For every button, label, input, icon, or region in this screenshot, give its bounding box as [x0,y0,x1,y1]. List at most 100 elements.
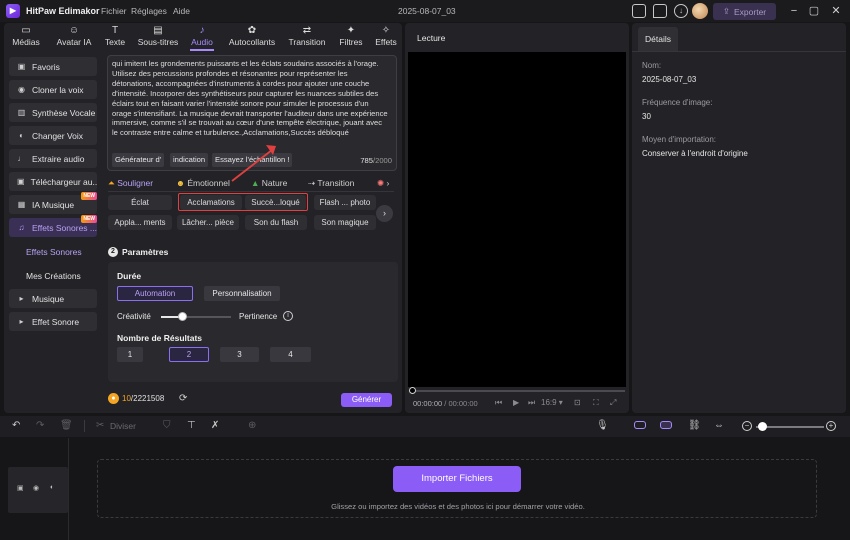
delete-icon[interactable]: 🗑︎ [60,420,73,431]
close-icon[interactable]: ✕ [828,3,844,19]
playhead-handle[interactable] [409,387,416,394]
play-icon[interactable]: ▶ [513,398,519,407]
sound-chip[interactable]: Son magique [314,215,376,230]
fit-screen-icon[interactable]: ⛶ [593,398,599,408]
tab-details[interactable]: Détails [638,27,678,51]
category-more[interactable]: ✺ › [377,178,389,189]
tab-filtres[interactable]: ✦ Filtres [334,23,368,51]
tab-medias[interactable]: ▭ Médias [6,23,46,51]
fullscreen-icon[interactable]: ⤢ [610,398,616,408]
magnet-icon[interactable] [660,421,672,429]
sidebar-item-effet-sonore[interactable]: ▸ Effet Sonore [9,312,97,331]
tab-sous-titres[interactable]: ▤ Sous-titres [132,23,184,51]
sidebar-item-effets-sonores[interactable]: ♫ Effets Sonores ... NEW [9,215,97,237]
category-transition[interactable]: ⇢ Transition [308,178,354,189]
redo-icon[interactable]: ↷ [36,420,44,431]
layout-icon[interactable] [632,4,646,18]
results-option-4[interactable]: 4 [270,347,311,362]
download-icon: ▣ [17,177,25,186]
sound-chip[interactable]: Flash ... photo [314,195,376,210]
chevron-right-icon[interactable]: › [376,205,393,222]
microphone-icon[interactable]: 🎙︎ [596,420,609,431]
sidebar-subitem-mes-creations[interactable]: Mes Créations [26,271,81,281]
sidebar-item-synthese-vocale[interactable]: ▥ Synthèse Vocale [9,103,97,122]
try-sample-button[interactable]: Essayez l'échantillon ! [212,153,293,167]
sidebar-subitem-effets-sonores[interactable]: Effets Sonores [26,247,82,257]
track-lock-icon[interactable]: ▣ [17,484,24,492]
text-box-icon[interactable]: ⊤ [187,420,196,431]
playback-scrubber[interactable] [411,390,625,392]
sidebar-item-label: Synthèse Vocale [32,107,96,118]
refresh-icon[interactable]: ⟳ [179,393,187,404]
remove-subtitle-icon[interactable]: ✗ [211,420,219,431]
tab-texte[interactable]: T Texte [100,23,130,51]
category-souligner[interactable]: ⏶ Souligner [108,178,158,192]
duration-custom-option[interactable]: Personnalisation [204,286,280,301]
split-button[interactable]: Diviser [110,421,136,431]
shield-icon[interactable]: ⛉ [163,420,171,431]
prompt-text[interactable]: qui imitent les grondements puissants et… [112,59,390,138]
minimize-icon[interactable]: − [786,3,802,19]
zoom-in-icon[interactable]: + [826,421,836,431]
results-option-2[interactable]: 2 [169,347,209,362]
prompt-indication-chip[interactable]: indication [170,153,209,167]
sidebar-item-cloner-voix[interactable]: ◉ Cloner la voix [9,80,97,99]
snapshot-icon[interactable]: ⊡ [574,398,581,407]
track-header: ▣ ◉ ◐ [8,467,68,513]
next-frame-icon[interactable]: ⏭ [528,398,535,408]
track-audio-icon[interactable]: ◐ [50,484,54,491]
undo-icon[interactable]: ↶ [12,420,20,431]
sidebar-item-favoris[interactable]: ▣ Favoris [9,57,97,76]
zoom-slider-handle[interactable] [758,422,767,431]
prompt-generator-chip[interactable]: Générateur d' [112,153,165,167]
tab-avatar-ia[interactable]: ☺ Avatar IA [48,23,100,51]
link-track-icon[interactable] [634,421,646,429]
sidebar-item-changer-voix[interactable]: ◐ Changer Voix [9,126,97,145]
folder-icon: ▭ [21,25,31,36]
prompt-textarea[interactable]: qui imitent les grondements puissants et… [107,55,397,171]
results-option-3[interactable]: 3 [220,347,259,362]
user-avatar[interactable] [692,3,708,19]
tab-autocollants[interactable]: ✿ Autocollants [224,23,280,51]
feedback-icon[interactable] [653,4,667,18]
link-icon[interactable]: ⛓ [688,420,701,431]
sidebar-item-ia-musique[interactable]: ▦ IA Musique NEW [9,192,97,214]
tab-audio[interactable]: ♪ Audio [186,23,218,51]
sound-chip[interactable]: Son du flash [245,215,307,230]
sidebar-item-extraire-audio[interactable]: ♩ Extraire audio [9,149,97,168]
tab-label: Transition [288,37,326,47]
aspect-ratio-select[interactable]: 16:9 ▾ [541,398,563,407]
generate-button[interactable]: Générer [341,393,392,407]
zoom-out-icon[interactable]: − [742,421,752,431]
info-icon[interactable]: i [283,311,293,321]
download-icon[interactable]: ↓ [674,4,688,18]
creativity-slider-handle[interactable] [178,312,187,321]
sound-chip[interactable]: Appla... ments [108,215,172,230]
scissors-icon[interactable]: ✂ [96,420,104,431]
menu-reglages[interactable]: Réglages [131,6,167,16]
tab-transition[interactable]: ⇄ Transition [284,23,330,51]
import-files-button[interactable]: Importer Fichiers [393,466,521,492]
sidebar-item-telechargeur[interactable]: ▣ Téléchargeur au... [9,172,97,191]
category-emotionnel[interactable]: ☻ Émotionnel [176,178,230,188]
menu-aide[interactable]: Aide [173,6,190,16]
sidebar-item-musique[interactable]: ▸ Musique [9,289,97,308]
tab-label: Effets [375,37,397,47]
sound-chip[interactable]: Lâcher... pièce [177,215,239,230]
export-button[interactable]: ⇪ Exporter [713,3,776,20]
results-option-1[interactable]: 1 [117,347,143,362]
menu-fichier[interactable]: Fichier [101,6,127,16]
name-value: 2025-08-07_03 [642,75,697,84]
tab-effets[interactable]: ✧ Effets [370,23,402,51]
category-label: Émotionnel [187,178,230,188]
category-divider [108,191,394,192]
sound-chip[interactable]: Éclat [108,195,172,210]
add-media-icon[interactable]: ⊕ [248,420,256,431]
previous-frame-icon[interactable]: ⏮ [495,398,502,408]
category-nature[interactable]: ▲ Nature [251,178,287,188]
track-visibility-icon[interactable]: ◉ [33,484,39,492]
fit-timeline-icon[interactable]: ⇔ [714,420,724,431]
duration-automation-option[interactable]: Automation [117,286,193,301]
maximize-icon[interactable]: ▢ [806,3,822,19]
project-name: 2025-08-07_03 [398,6,456,16]
